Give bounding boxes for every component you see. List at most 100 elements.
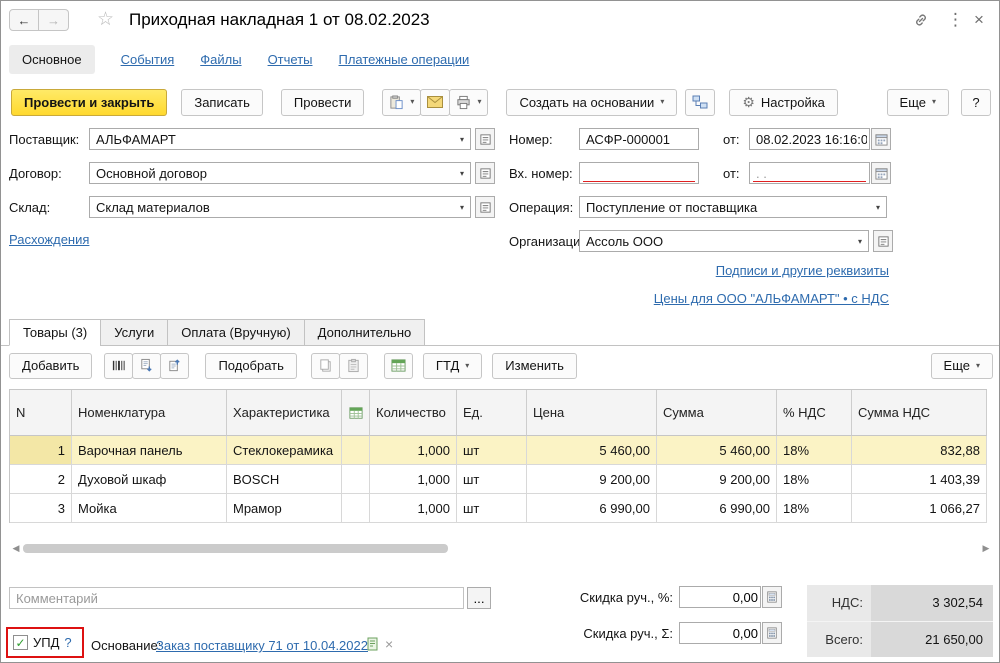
table-settings-button[interactable] (383, 352, 413, 379)
pick-items-button[interactable]: Подобрать (205, 352, 297, 379)
cell-characteristic[interactable]: Мрамор (227, 494, 342, 523)
discount-sum-input[interactable] (686, 623, 758, 643)
scroll-right-icon[interactable]: ▶ (979, 543, 993, 554)
cell-sum[interactable]: 9 200,00 (657, 465, 777, 494)
cell-quantity[interactable]: 1,000 (370, 494, 457, 523)
col-header-vat-percent[interactable]: % НДС (777, 390, 852, 436)
incoming-number-field[interactable] (579, 162, 699, 184)
nav-tab-main[interactable]: Основное (9, 45, 95, 74)
cell-content[interactable] (342, 494, 370, 523)
col-header-price[interactable]: Цена (527, 390, 657, 436)
get-link-icon[interactable] (913, 12, 929, 28)
upd-checkbox[interactable]: ✓ (13, 635, 28, 650)
dropdown-icon[interactable]: ▾ (854, 237, 866, 246)
dropdown-icon[interactable]: ▾ (456, 135, 468, 144)
cell-vat-sum[interactable]: 832,88 (852, 436, 987, 465)
cell-vat-percent[interactable]: 18% (777, 494, 852, 523)
col-header-quantity[interactable]: Количество (370, 390, 457, 436)
dropdown-icon[interactable]: ▾ (456, 203, 468, 212)
col-header-sum[interactable]: Сумма (657, 390, 777, 436)
basis-doc-icon[interactable] (366, 637, 380, 651)
cell-price[interactable]: 6 990,00 (527, 494, 657, 523)
tab-payment[interactable]: Оплата (Вручную) (167, 319, 305, 346)
number-field[interactable]: АСФР-000001 (579, 128, 699, 150)
cell-n[interactable]: 3 (10, 494, 72, 523)
organization-open-button[interactable] (873, 230, 893, 252)
tab-goods[interactable]: Товары (3) (9, 319, 102, 346)
nav-tab-files[interactable]: Файлы (200, 52, 241, 67)
cell-content[interactable] (342, 436, 370, 465)
discount-percent-input[interactable] (686, 587, 758, 607)
post-and-close-button[interactable]: Провести и закрыть (11, 88, 168, 116)
date-calendar-button[interactable] (871, 128, 891, 150)
discount-sum-calculator-button[interactable] (762, 622, 782, 644)
load-from-document-button[interactable] (132, 352, 162, 379)
cell-content[interactable] (342, 465, 370, 494)
close-icon[interactable]: × (974, 11, 984, 28)
tab-additional[interactable]: Дополнительно (303, 319, 426, 346)
edit-row-button[interactable]: Изменить (492, 352, 577, 379)
copy-rows-button[interactable] (310, 352, 340, 379)
dropdown-icon[interactable]: ▾ (456, 169, 468, 178)
items-more-button[interactable]: Еще ▾ (930, 352, 993, 379)
unload-to-document-button[interactable] (160, 352, 190, 379)
incoming-date-calendar-button[interactable] (871, 162, 891, 184)
col-header-vat-sum[interactable]: Сумма НДС (852, 390, 987, 436)
col-header-unit[interactable]: Ед. (457, 390, 527, 436)
write-button[interactable]: Записать (181, 88, 263, 116)
back-button[interactable]: ← (9, 9, 39, 31)
send-email-button[interactable] (420, 88, 451, 116)
comment-expand-button[interactable]: ... (467, 587, 491, 609)
cell-vat-percent[interactable]: 18% (777, 465, 852, 494)
scroll-left-icon[interactable]: ◀ (9, 543, 23, 554)
forward-button[interactable]: → (39, 9, 69, 31)
paste-rows-button[interactable] (338, 352, 368, 379)
cell-characteristic[interactable]: Стеклокерамика (227, 436, 342, 465)
tab-services[interactable]: Услуги (100, 319, 169, 346)
cell-nomenclature[interactable]: Духовой шкаф (72, 465, 227, 494)
cell-characteristic[interactable]: BOSCH (227, 465, 342, 494)
cell-unit[interactable]: шт (457, 494, 527, 523)
discount-sum-field[interactable] (679, 622, 761, 644)
gtd-button[interactable]: ГТД ▾ (422, 352, 483, 379)
barcode-scanner-button[interactable] (104, 352, 134, 379)
comment-input[interactable] (9, 587, 464, 609)
kebab-menu-icon[interactable]: ⋮ (947, 11, 964, 28)
operation-field[interactable]: Поступление от поставщика ▾ (579, 196, 887, 218)
cell-unit[interactable]: шт (457, 465, 527, 494)
cell-vat-sum[interactable]: 1 066,27 (852, 494, 987, 523)
post-button[interactable]: Провести (280, 88, 365, 116)
discrepancies-link[interactable]: Расхождения (9, 232, 89, 247)
contract-open-button[interactable] (475, 162, 495, 184)
discount-percent-calculator-button[interactable] (762, 586, 782, 608)
help-button[interactable]: ? (961, 88, 991, 116)
cell-nomenclature[interactable]: Варочная панель (72, 436, 227, 465)
settings-button[interactable]: ⚙ Настройка (729, 88, 838, 116)
cell-vat-sum[interactable]: 1 403,39 (852, 465, 987, 494)
table-row[interactable]: 1 Варочная панель Стеклокерамика 1,000 ш… (10, 436, 987, 465)
col-header-nomenclature[interactable]: Номенклатура (72, 390, 227, 436)
horizontal-scrollbar[interactable]: ◀ ▶ (9, 541, 993, 556)
prices-link[interactable]: Цены для ООО "АЛЬФАМАРТ" • с НДС (654, 291, 889, 306)
warehouse-field[interactable]: Склад материалов ▾ (89, 196, 471, 218)
cell-price[interactable]: 5 460,00 (527, 436, 657, 465)
favorite-star-icon[interactable]: ☆ (97, 8, 114, 31)
dropdown-icon[interactable]: ▾ (872, 203, 884, 212)
add-row-button[interactable]: Добавить (9, 352, 93, 379)
basis-link[interactable]: Заказ поставщику 71 от 10.04.2022 (156, 638, 368, 653)
scrollbar-thumb[interactable] (23, 544, 448, 553)
cell-quantity[interactable]: 1,000 (370, 465, 457, 494)
contract-field[interactable]: Основной договор ▾ (89, 162, 471, 184)
print-button[interactable]: ▾ (449, 88, 489, 116)
nav-tab-events[interactable]: События (121, 52, 175, 67)
cell-quantity[interactable]: 1,000 (370, 436, 457, 465)
col-header-n[interactable]: N (10, 390, 72, 436)
subordination-structure-button[interactable] (685, 88, 716, 116)
warehouse-open-button[interactable] (475, 196, 495, 218)
cell-price[interactable]: 9 200,00 (527, 465, 657, 494)
paste-document-button[interactable]: ▾ (382, 88, 422, 116)
more-button[interactable]: Еще ▾ (886, 88, 949, 116)
cell-n[interactable]: 1 (10, 436, 72, 465)
cell-nomenclature[interactable]: Мойка (72, 494, 227, 523)
nav-tab-reports[interactable]: Отчеты (268, 52, 313, 67)
